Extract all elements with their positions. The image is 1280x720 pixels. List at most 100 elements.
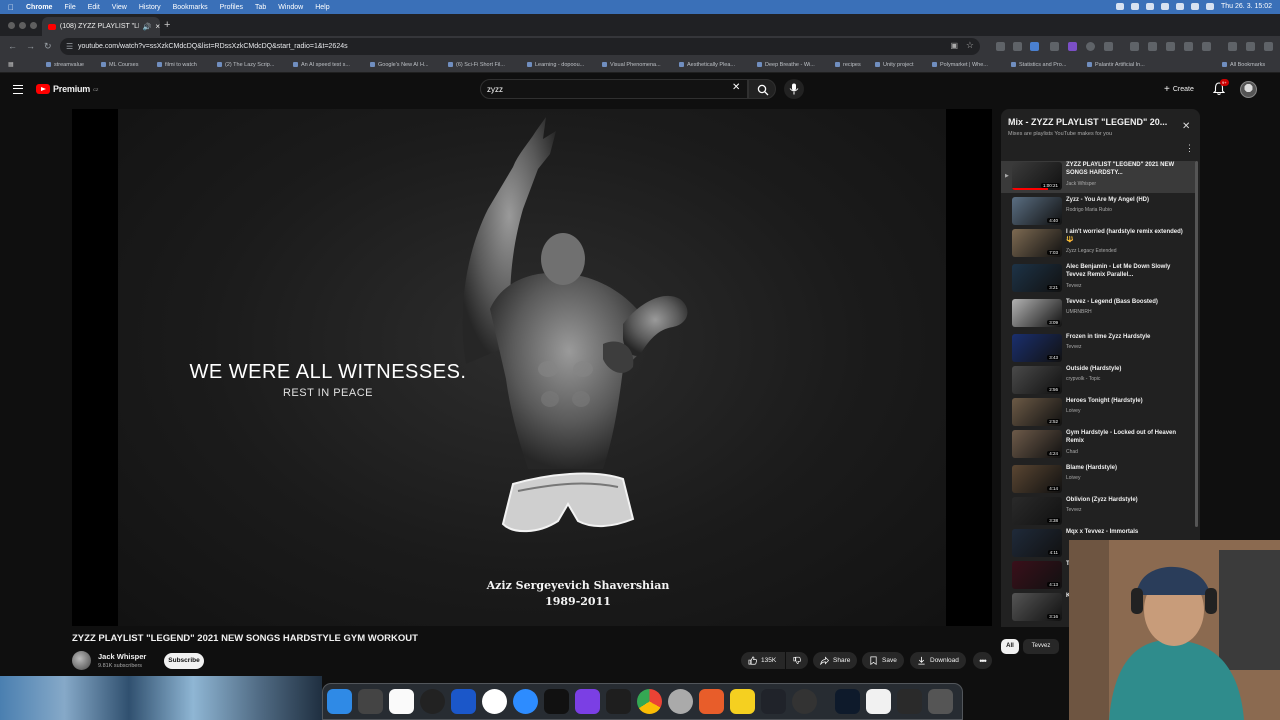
playlist-item[interactable]: 7:03 I ain't worried (hardstyle remix ext… <box>1001 228 1195 260</box>
download-button[interactable]: Download <box>910 652 966 669</box>
account-avatar[interactable] <box>1240 81 1257 98</box>
menu-icon[interactable] <box>13 85 23 94</box>
playlist-item[interactable]: 4:40 Zyzz - You Are My Angel (HD) Rodrigo … <box>1001 196 1195 228</box>
playlist-more-icon[interactable]: ⋮ <box>1185 143 1194 154</box>
tray-icon[interactable] <box>1161 3 1170 10</box>
playlist-item[interactable]: 3:43 Frozen in time Zyzz Hardstyle Tevvez <box>1001 333 1195 365</box>
playlist-item-thumbnail[interactable]: 3:43 <box>1012 334 1062 362</box>
playlist-title[interactable]: Mix - ZYZZ PLAYLIST "LEGEND" 20... <box>1008 117 1173 127</box>
channel-name[interactable]: Jack Whisper <box>98 652 146 661</box>
forward-arrow-icon[interactable]: → <box>26 41 35 51</box>
back-arrow-icon[interactable]: ← <box>8 41 17 51</box>
app-icon[interactable] <box>835 689 860 714</box>
wifi-icon[interactable] <box>1176 3 1185 10</box>
extension-icon[interactable] <box>1166 42 1175 51</box>
bookmark-item[interactable]: ML Courses <box>101 62 138 68</box>
save-button[interactable]: Save <box>862 652 904 669</box>
playlist-item-thumbnail[interactable]: 4:14 <box>1012 465 1062 493</box>
menu-bookmarks[interactable]: Bookmarks <box>173 4 208 11</box>
battery-icon[interactable] <box>1191 3 1200 10</box>
playlist-item[interactable]: 3:38 Oblivion (Zyzz Hardstyle) Tevvez <box>1001 496 1195 528</box>
all-bookmarks-button[interactable]: All Bookmarks <box>1222 62 1265 68</box>
bookmark-item[interactable]: streamvalue <box>46 62 84 68</box>
extension-icon[interactable] <box>1013 42 1022 51</box>
youtube-logo[interactable]: Premium CZ <box>36 84 98 94</box>
app-icon[interactable] <box>544 689 569 714</box>
bookmark-star-icon[interactable]: ☆ <box>966 40 974 51</box>
playlist-item-thumbnail[interactable]: 7:03 <box>1012 229 1062 257</box>
tray-icon[interactable] <box>1131 3 1140 10</box>
menu-tab[interactable]: Tab <box>255 4 266 11</box>
app-icon[interactable] <box>606 689 631 714</box>
like-button[interactable]: 135K <box>741 652 785 669</box>
zoom-window-button[interactable] <box>30 22 37 29</box>
playlist-item-thumbnail[interactable]: 2:56 <box>1012 366 1062 394</box>
playlist-item[interactable]: 4:14 Blame (Hardstyle) Loivey <box>1001 464 1195 496</box>
extension-icon[interactable] <box>1086 42 1095 51</box>
playlist-item-thumbnail[interactable]: 3:16 <box>1012 593 1062 621</box>
control-center-icon[interactable] <box>1206 3 1215 10</box>
profile-icon[interactable] <box>1246 42 1255 51</box>
bookmark-item[interactable]: Polymarket | Whe... <box>932 62 988 68</box>
minimize-window-button[interactable] <box>19 22 26 29</box>
playlist-item[interactable]: 3:21 Alec Benjamin - Let Me Down Slowly T… <box>1001 263 1195 295</box>
menu-profiles[interactable]: Profiles <box>220 4 243 11</box>
menu-edit[interactable]: Edit <box>88 4 100 11</box>
playlist-item[interactable]: 3:09 Tevvez - Legend (Bass Boosted) UMRNBR… <box>1001 298 1195 330</box>
search-button[interactable] <box>748 79 776 99</box>
menu-view[interactable]: View <box>112 4 127 11</box>
install-app-icon[interactable]: ▣ <box>950 41 958 50</box>
extension-icon[interactable] <box>1104 42 1113 51</box>
bookmark-item[interactable]: Unity project <box>875 62 914 68</box>
apps-icon[interactable]: ▦ <box>8 61 14 68</box>
bookmark-item[interactable]: Learning - dopoou... <box>527 62 584 68</box>
trash-icon[interactable] <box>928 689 953 714</box>
bookmark-item[interactable]: Palantir Artificial In... <box>1087 62 1145 68</box>
subscribe-button[interactable]: Subscribe <box>164 653 204 669</box>
bookmark-item[interactable]: (6) Sci-Fi Short Fil... <box>448 62 505 68</box>
share-button[interactable]: Share <box>813 652 858 669</box>
document-icon[interactable] <box>866 689 891 714</box>
chip-tevvez[interactable]: Tevvez <box>1023 639 1059 654</box>
create-button[interactable]: + Create <box>1158 81 1200 97</box>
site-info-icon[interactable]: ☰ <box>66 42 73 51</box>
playlist-item-thumbnail[interactable]: 4:11 <box>1012 529 1062 557</box>
menu-file[interactable]: File <box>64 4 75 11</box>
menubar-app-name[interactable]: Chrome <box>26 4 52 11</box>
bookmark-item[interactable]: Visual Phenomena... <box>602 62 661 68</box>
playlist-item[interactable]: 2:52 Heroes Tonight (Hardstyle) Loivey <box>1001 397 1195 429</box>
bookmark-item[interactable]: An AI speed test s... <box>293 62 350 68</box>
playlist-item[interactable]: ▶ 1:00:21 ZYZZ PLAYLIST "LEGEND" 2021 NEW … <box>1001 161 1195 193</box>
notion-icon[interactable] <box>389 689 414 714</box>
more-actions-button[interactable]: ••• <box>973 652 992 669</box>
dislike-button[interactable] <box>786 652 808 669</box>
playlist-scrollbar[interactable] <box>1195 161 1198 527</box>
app-icon[interactable] <box>761 689 786 714</box>
extension-icon[interactable] <box>1068 42 1077 51</box>
chrome-icon[interactable] <box>637 689 662 714</box>
bookmark-item[interactable]: Deep Breathe - Wi... <box>757 62 815 68</box>
zoom-icon[interactable] <box>513 689 538 714</box>
clear-search-icon[interactable]: ✕ <box>732 82 740 93</box>
playlist-item[interactable]: 2:56 Outside (Hardstyle) crypvolk - Topic <box>1001 365 1195 397</box>
video-player[interactable]: WE WERE ALL WITNESSES. REST IN PEACE Azi… <box>72 109 992 626</box>
safari-icon[interactable] <box>482 689 507 714</box>
bookmark-item[interactable]: filmi to watch <box>157 62 197 68</box>
app-icon[interactable] <box>451 689 476 714</box>
menubar-clock[interactable]: Thu 26. 3. 15:02 <box>1221 3 1272 10</box>
audio-playing-icon[interactable]: 🔊 <box>143 23 152 31</box>
app-icon[interactable] <box>897 689 922 714</box>
voice-search-button[interactable] <box>784 79 804 99</box>
apple-icon[interactable]:  <box>8 3 14 12</box>
playlist-item[interactable]: 4:24 Gym Hardstyle - Locked out of Heaven… <box>1001 429 1195 461</box>
playlist-item-thumbnail[interactable]: 2:52 <box>1012 398 1062 426</box>
finder-icon[interactable] <box>327 689 352 714</box>
playlist-item-thumbnail[interactable]: 1:00:21 <box>1012 162 1062 190</box>
visual-studio-icon[interactable] <box>575 689 600 714</box>
system-settings-icon[interactable] <box>668 689 693 714</box>
playlist-item-thumbnail[interactable]: 3:21 <box>1012 264 1062 292</box>
close-window-button[interactable] <box>8 22 15 29</box>
extension-icon[interactable] <box>1130 42 1139 51</box>
bookmark-item[interactable]: Statistics and Pro... <box>1011 62 1066 68</box>
bookmark-item[interactable]: Aesthetically Plea... <box>679 62 735 68</box>
